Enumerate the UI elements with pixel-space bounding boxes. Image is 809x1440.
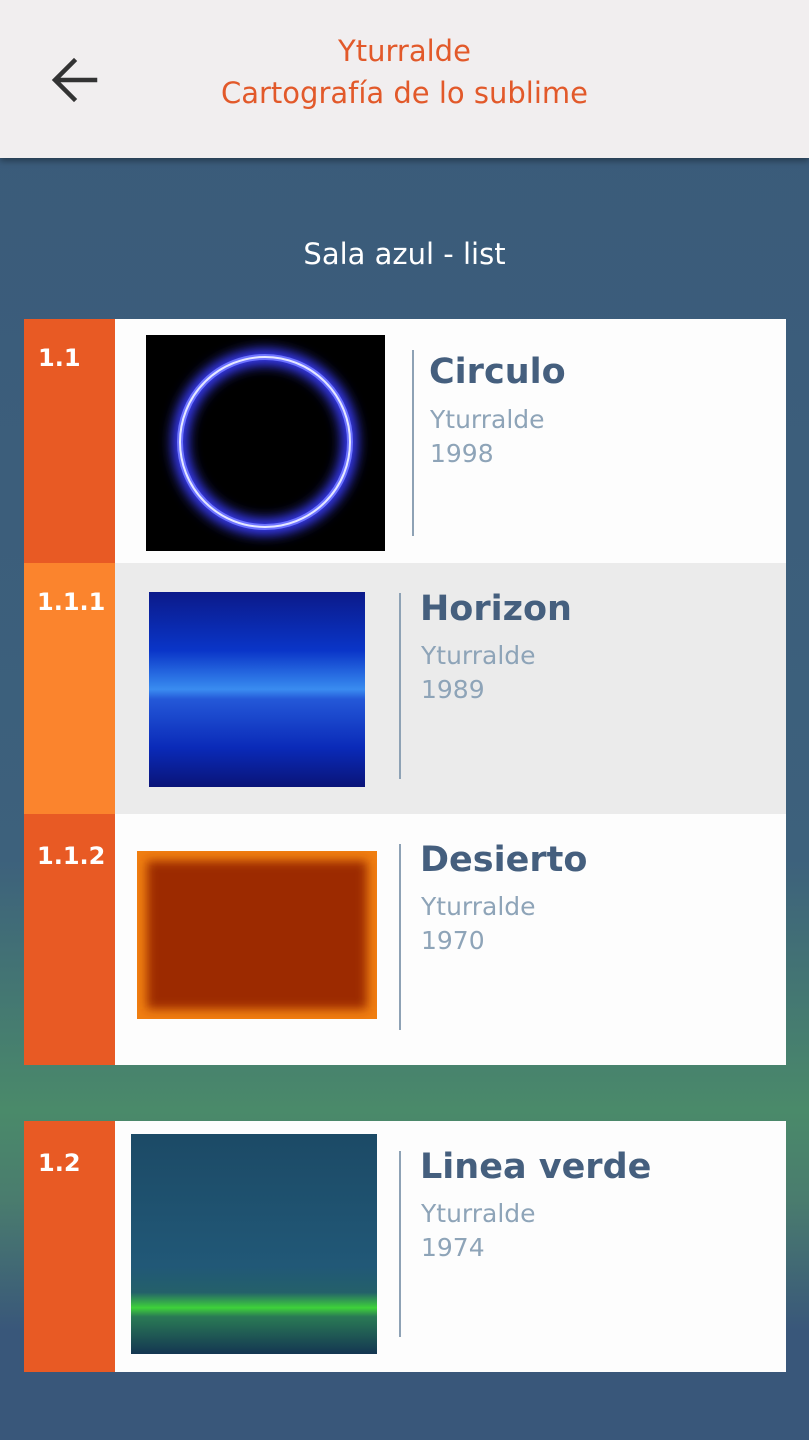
item-content: Linea verde Yturralde 1974 <box>115 1121 786 1372</box>
page-title-line2: Cartografía de lo sublime <box>220 76 588 110</box>
app-header: Yturralde Cartografía de lo sublime <box>0 0 809 158</box>
item-year: 1970 <box>421 926 485 955</box>
item-artist: Yturralde <box>430 405 545 434</box>
item-year: 1989 <box>421 675 485 704</box>
artwork-list-group: 1.1 Circulo Yturralde 1998 1.1.1 Horizon… <box>24 319 786 1065</box>
list-item-horizon[interactable]: 1.1.1 Horizon Yturralde 1989 <box>24 563 786 814</box>
item-title: Desierto <box>420 840 588 880</box>
item-number: 1.1 <box>24 319 115 563</box>
arrow-left-icon <box>51 57 98 103</box>
orange-desert-artwork <box>137 851 377 1019</box>
item-content: Horizon Yturralde 1989 <box>115 563 786 814</box>
artwork-list-group: 1.2 Linea verde Yturralde 1974 <box>24 1121 786 1372</box>
page-title: Yturralde Cartografía de lo sublime <box>150 30 659 114</box>
list-item-circulo[interactable]: 1.1 Circulo Yturralde 1998 <box>24 319 786 563</box>
item-artist: Yturralde <box>421 892 536 921</box>
item-number: 1.1.2 <box>24 814 115 1065</box>
divider <box>399 1151 401 1337</box>
item-artist: Yturralde <box>421 641 536 670</box>
back-button[interactable] <box>38 44 110 116</box>
blue-horizon-artwork <box>149 592 365 787</box>
app-screen: Yturralde Cartografía de lo sublime Sala… <box>0 0 809 1440</box>
divider <box>399 593 401 779</box>
list-item-desierto[interactable]: 1.1.2 Desierto Yturralde 1970 <box>24 814 786 1065</box>
divider <box>412 350 414 536</box>
item-title: Linea verde <box>420 1147 652 1187</box>
list-item-linea-verde[interactable]: 1.2 Linea verde Yturralde 1974 <box>24 1121 786 1372</box>
green-line-artwork <box>131 1134 377 1354</box>
item-title: Horizon <box>420 589 572 629</box>
item-content: Desierto Yturralde 1970 <box>115 814 786 1065</box>
item-number: 1.2 <box>24 1121 115 1372</box>
item-number: 1.1.1 <box>24 563 115 814</box>
item-title: Circulo <box>429 352 566 392</box>
blue-ring-artwork <box>146 335 385 551</box>
item-year: 1998 <box>430 439 494 468</box>
item-year: 1974 <box>421 1233 485 1262</box>
page-title-line1: Yturralde <box>338 34 471 68</box>
item-content: Circulo Yturralde 1998 <box>115 319 786 563</box>
section-title: Sala azul - list <box>303 237 506 271</box>
item-artist: Yturralde <box>421 1199 536 1228</box>
divider <box>399 844 401 1030</box>
